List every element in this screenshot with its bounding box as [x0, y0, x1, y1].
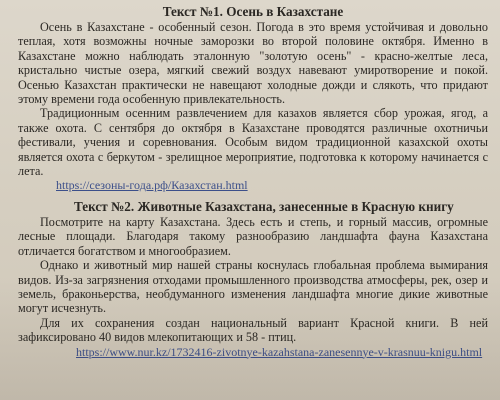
section1-title: Текст №1. Осень в Казахстане [162, 4, 344, 19]
section2-paragraph-3: Для их сохранения создан национальный ва… [18, 315, 488, 345]
section2-title: Текст №2. Животные Казахстана, занесенны… [74, 198, 454, 214]
section2-paragraph-2: Однако и животный мир нашей страны косну… [18, 258, 488, 316]
section1-paragraph-2: Традиционным осенним развлечением для ка… [18, 106, 488, 179]
section2-paragraph-1: Посмотрите на карту Казахстана. Здесь ес… [18, 214, 488, 258]
section2-source-link[interactable]: https://www.nur.kz/1732416-zivotnye-kaza… [18, 345, 488, 359]
document-page: Текст №1. Осень в Казахстане Осень в Каз… [0, 0, 500, 400]
section1-paragraph-1: Осень в Казахстане - особенный сезон. По… [18, 20, 488, 107]
section1-source-link[interactable]: https://сезоны-года.рф/Казахстан.html [18, 178, 488, 192]
